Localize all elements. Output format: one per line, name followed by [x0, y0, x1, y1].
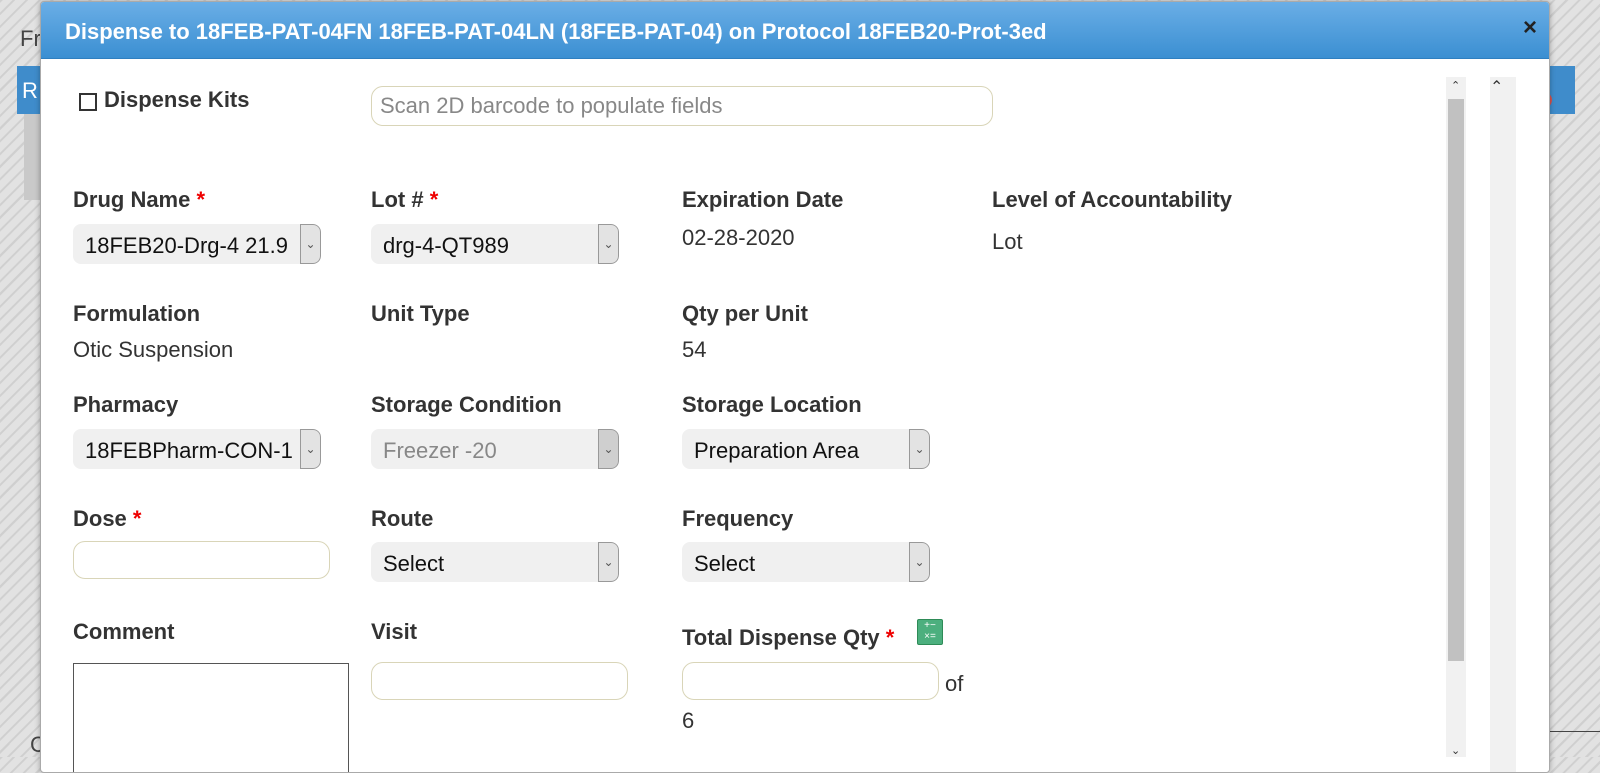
formulation-value: Otic Suspension: [73, 337, 234, 362]
dose-label: Dose *: [73, 506, 142, 531]
chevron-down-icon: ⌄: [300, 224, 321, 264]
visit-input[interactable]: [371, 662, 628, 700]
drug-name-value: 18FEB20-Drg-4 21.9: [85, 233, 288, 258]
drug-name-select[interactable]: 18FEB20-Drg-4 21.9 ⌄: [73, 224, 321, 264]
unit-type-label: Unit Type: [371, 301, 470, 326]
lot-value: drg-4-QT989: [383, 233, 509, 258]
lot-label: Lot # *: [371, 187, 439, 212]
visit-label: Visit: [371, 619, 418, 644]
total-dispense-qty-input[interactable]: [682, 662, 939, 700]
pharmacy-value: 18FEBPharm-CON-1: [85, 438, 293, 463]
route-label: Route: [371, 506, 434, 531]
dispense-kits-label: Dispense Kits: [104, 87, 250, 112]
dispense-modal: Dispense to 18FEB-PAT-04FN 18FEB-PAT-04L…: [40, 1, 1550, 773]
frequency-select[interactable]: Select ⌄: [682, 542, 930, 582]
calculator-icon[interactable]: +− ×=: [917, 619, 943, 645]
chevron-down-icon: ⌄: [909, 429, 930, 469]
total-dispense-of-text: of: [945, 671, 964, 696]
route-value: Select: [383, 551, 445, 576]
storage-location-select[interactable]: Preparation Area ⌄: [682, 429, 930, 469]
formulation-label: Formulation: [73, 301, 201, 326]
scroll-down-icon[interactable]: ⌄: [1451, 744, 1460, 757]
chevron-down-icon: ⌄: [909, 542, 930, 582]
accountability-label: Level of Accountability: [992, 187, 1233, 212]
total-dispense-qty-label: Total Dispense Qty *: [682, 625, 895, 650]
modal-gutter: [1516, 59, 1549, 772]
storage-condition-value: Freezer -20: [383, 438, 497, 463]
comment-label: Comment: [73, 619, 175, 644]
accountability-value: Lot: [992, 229, 1023, 254]
pharmacy-label: Pharmacy: [73, 392, 179, 417]
inner-scrollbar[interactable]: ⌃ ⌄: [1446, 77, 1466, 757]
lot-select[interactable]: drg-4-QT989 ⌄: [371, 224, 619, 264]
storage-location-value: Preparation Area: [694, 438, 860, 463]
outer-scroll-up-icon[interactable]: ⌃: [1490, 79, 1503, 96]
chevron-down-icon: ⌄: [598, 224, 619, 264]
modal-title: Dispense to 18FEB-PAT-04FN 18FEB-PAT-04L…: [65, 19, 1047, 44]
chevron-down-icon: ⌄: [598, 542, 619, 582]
dispense-kits-checkbox[interactable]: [79, 93, 97, 111]
storage-location-label: Storage Location: [682, 392, 862, 417]
expiration-date-label: Expiration Date: [682, 187, 844, 212]
expiration-date-value: 02-28-2020: [682, 225, 795, 250]
frequency-value: Select: [694, 551, 756, 576]
outer-scrollbar[interactable]: ⌃: [1490, 77, 1516, 772]
storage-condition-select: Freezer -20 ⌄: [371, 429, 619, 469]
background-text-left: Fr: [20, 26, 41, 51]
frequency-label: Frequency: [682, 506, 794, 531]
drug-name-label: Drug Name *: [73, 187, 206, 212]
modal-title-bar: Dispense to 18FEB-PAT-04FN 18FEB-PAT-04L…: [41, 2, 1549, 59]
qty-per-unit-label: Qty per Unit: [682, 301, 808, 326]
scroll-up-icon[interactable]: ⌃: [1451, 79, 1460, 92]
close-icon[interactable]: ×: [1523, 16, 1537, 40]
chevron-down-icon: ⌄: [598, 429, 619, 469]
chevron-down-icon: ⌄: [300, 429, 321, 469]
qty-per-unit-value: 54: [682, 337, 707, 362]
background-bar-text: R: [22, 78, 38, 103]
route-select[interactable]: Select ⌄: [371, 542, 619, 582]
total-dispense-max-value: 6: [682, 708, 695, 733]
dose-input[interactable]: [73, 541, 330, 579]
pharmacy-select[interactable]: 18FEBPharm-CON-1 ⌄: [73, 429, 321, 469]
barcode-input[interactable]: [371, 86, 993, 126]
scrollbar-thumb[interactable]: [1448, 99, 1464, 661]
storage-condition-label: Storage Condition: [371, 392, 562, 417]
